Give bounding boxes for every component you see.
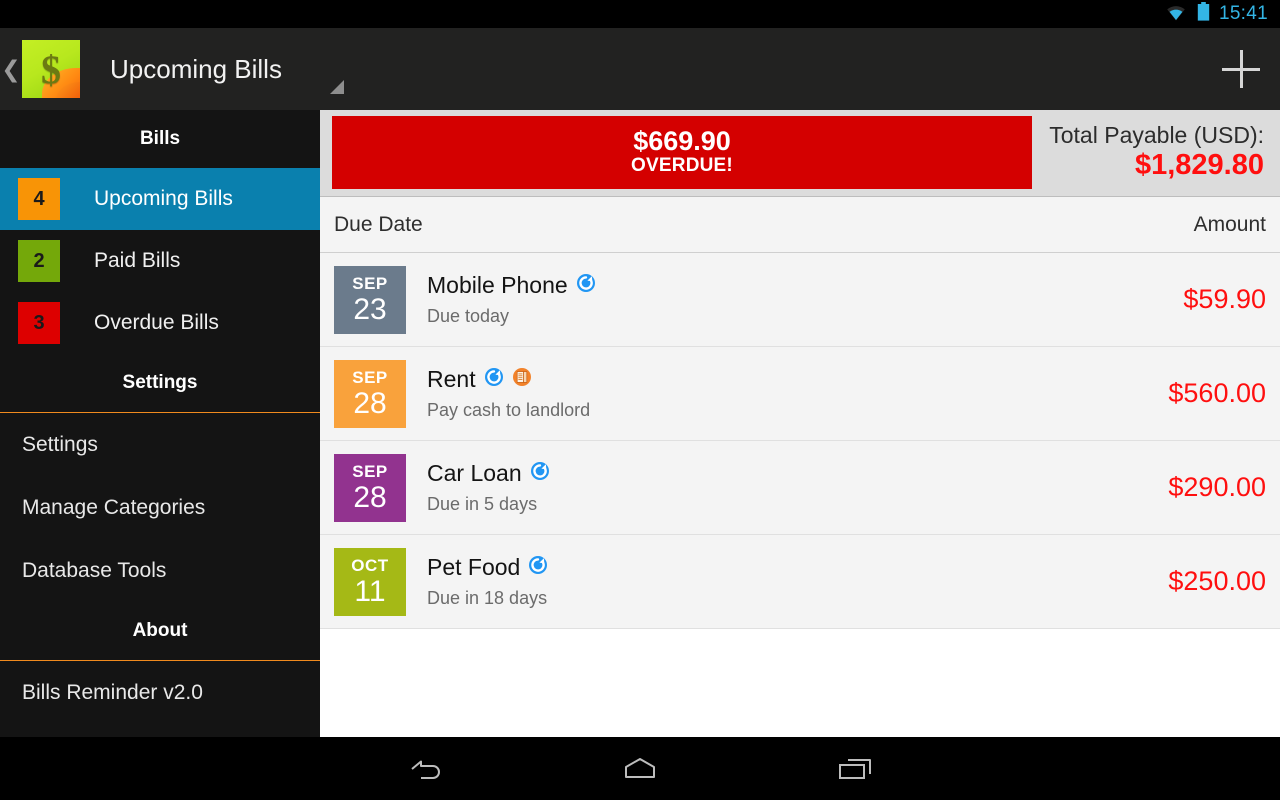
status-bar-clock: 15:41: [1218, 3, 1268, 24]
due-month: SEP: [352, 367, 388, 387]
due-date-chip: OCT 11: [334, 547, 406, 616]
bill-subtitle: Pay cash to landlord: [427, 400, 591, 420]
due-month: SEP: [352, 461, 388, 481]
app-logo-glyph: $: [41, 46, 61, 92]
bill-title: Mobile Phone: [427, 272, 568, 298]
add-bill-button[interactable]: [1202, 28, 1280, 110]
device-screen: 15:41 ❮ $ Upcoming Bills Bills 4 Upcomin…: [0, 0, 1280, 800]
due-date-chip: SEP 28: [334, 453, 406, 522]
page-title: Upcoming Bills: [110, 53, 282, 84]
sidebar-item-database-tools[interactable]: Database Tools: [0, 539, 320, 602]
bill-subtitle: Due in 18 days: [427, 588, 548, 608]
list-column-headers: Due Date Amount: [320, 196, 1280, 253]
badge-overdue-count: 3: [18, 302, 60, 344]
bill-details: Mobile Phone Due today: [406, 272, 1183, 327]
due-month: SEP: [352, 273, 388, 293]
overdue-label: OVERDUE!: [631, 155, 733, 177]
due-day: 23: [353, 292, 387, 326]
sidebar-section-about: About: [132, 620, 188, 641]
bill-subtitle: Due in 5 days: [427, 494, 538, 514]
app-logo-icon[interactable]: $: [22, 40, 80, 98]
main-content: $669.90 OVERDUE! Total Payable (USD): $1…: [320, 110, 1280, 737]
home-nav-icon[interactable]: [533, 737, 748, 800]
column-header-amount: Amount: [1193, 212, 1266, 236]
sidebar-item-paid-bills[interactable]: 2 Paid Bills: [0, 230, 320, 292]
overdue-banner[interactable]: $669.90 OVERDUE!: [332, 115, 1032, 189]
bill-amount: $59.90: [1183, 284, 1266, 314]
bill-title: Car Loan: [427, 460, 522, 486]
back-chevron-icon[interactable]: ❮: [0, 28, 22, 110]
table-row[interactable]: SEP 28 Rent Pay cash to landlord $560.00: [320, 347, 1280, 441]
sidebar-item-label: Paid Bills: [94, 249, 181, 272]
overdue-amount: $669.90: [633, 126, 731, 157]
recurring-icon: [484, 367, 504, 392]
wifi-icon: [1164, 3, 1188, 26]
battery-icon: [1197, 2, 1210, 26]
bill-amount: $560.00: [1168, 378, 1266, 408]
note-icon: [512, 367, 532, 392]
sidebar-section-settings: Settings: [122, 372, 198, 393]
badge-paid-count: 2: [18, 240, 60, 282]
bill-subtitle: Due today: [427, 306, 510, 326]
back-nav-icon[interactable]: [318, 737, 533, 800]
sidebar-item-label: Upcoming Bills: [94, 187, 233, 210]
due-day: 11: [354, 574, 386, 608]
bill-title: Pet Food: [427, 554, 521, 580]
sidebar-item-app-version[interactable]: Bills Reminder v2.0: [0, 661, 320, 724]
sidebar-section-bills: Bills: [139, 128, 181, 149]
due-month: OCT: [351, 555, 389, 575]
sidebar-item-upcoming-bills[interactable]: 4 Upcoming Bills: [0, 168, 320, 230]
system-navigation-bar: [0, 737, 1280, 800]
bill-amount: $290.00: [1168, 472, 1266, 502]
recurring-icon: [528, 555, 548, 580]
bill-title: Rent: [427, 366, 476, 392]
due-day: 28: [353, 386, 387, 420]
sidebar-item-settings[interactable]: Settings: [0, 413, 320, 476]
due-date-chip: SEP 23: [334, 265, 406, 334]
bill-details: Rent Pay cash to landlord: [406, 366, 1168, 421]
bill-details: Car Loan Due in 5 days: [406, 460, 1168, 515]
table-row[interactable]: SEP 23 Mobile Phone Due today $59.90: [320, 253, 1280, 347]
navigation-drawer: Bills 4 Upcoming Bills 2 Paid Bills 3 Ov…: [0, 110, 320, 737]
badge-upcoming-count: 4: [18, 178, 60, 220]
bill-details: Pet Food Due in 18 days: [406, 554, 1168, 609]
bill-amount: $250.00: [1168, 566, 1266, 596]
sidebar-item-manage-categories[interactable]: Manage Categories: [0, 476, 320, 539]
totals-bar: $669.90 OVERDUE! Total Payable (USD): $1…: [320, 110, 1280, 196]
sidebar-item-label: Overdue Bills: [94, 311, 219, 334]
table-row[interactable]: SEP 28 Car Loan Due in 5 days $290.00: [320, 441, 1280, 535]
recent-apps-nav-icon[interactable]: [748, 737, 963, 800]
total-payable-group: Total Payable (USD): $1,829.80: [1032, 121, 1268, 181]
resize-handle-icon[interactable]: [330, 80, 344, 94]
recurring-icon: [576, 273, 596, 298]
action-bar: ❮ $ Upcoming Bills: [0, 28, 1280, 110]
column-header-due-date: Due Date: [334, 212, 423, 236]
total-payable-amount: $1,829.80: [1134, 148, 1264, 181]
due-day: 28: [353, 480, 387, 514]
table-row[interactable]: OCT 11 Pet Food Due in 18 days $250.00: [320, 535, 1280, 629]
total-payable-label: Total Payable (USD):: [1049, 121, 1264, 148]
status-bar: 15:41: [0, 0, 1280, 28]
recurring-icon: [530, 461, 550, 486]
due-date-chip: SEP 28: [334, 359, 406, 428]
sidebar-item-overdue-bills[interactable]: 3 Overdue Bills: [0, 292, 320, 354]
